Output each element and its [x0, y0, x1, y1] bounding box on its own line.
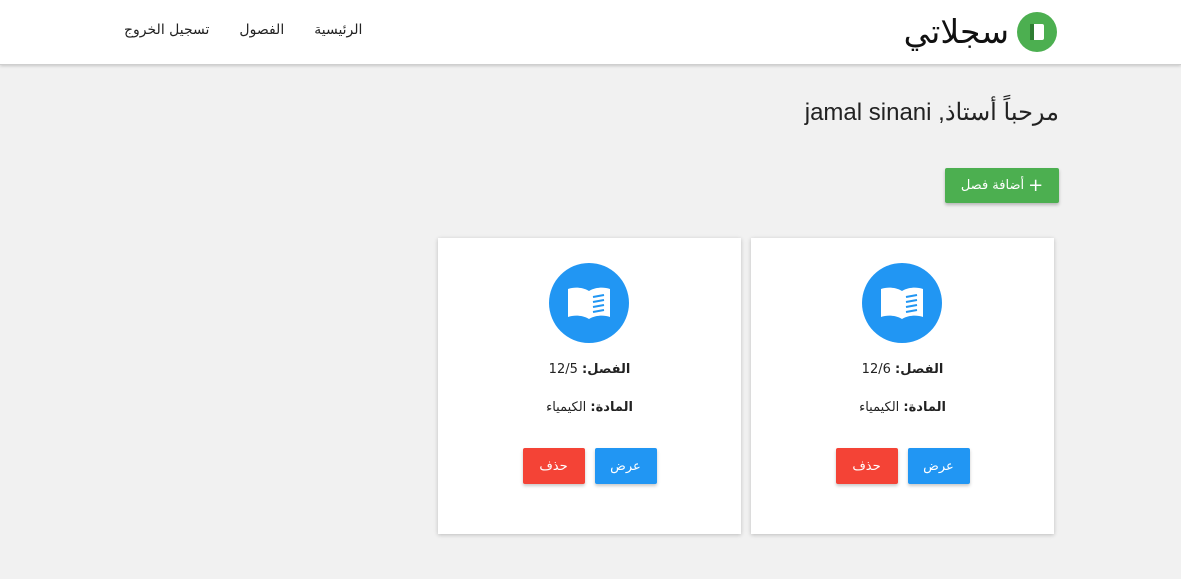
add-class-button[interactable]: + أضافة فصل	[945, 168, 1059, 203]
delete-button[interactable]: حذف	[522, 448, 585, 484]
navbar: سجلاتي الرئيسية الفصول تسجيل الخروج	[0, 0, 1181, 65]
add-class-label: أضافة فصل	[960, 178, 1025, 193]
class-card: الفصل: 12/6 المادة: الكيمياء عرض حذف	[751, 238, 1054, 534]
class-info: الفصل: 12/6	[751, 362, 1054, 377]
plus-icon: +	[1028, 174, 1044, 196]
card-actions: عرض حذف	[751, 448, 1054, 484]
nav-classes-link[interactable]: الفصول	[239, 22, 284, 38]
subject-info: المادة: الكيمياء	[438, 400, 741, 415]
subject-label: المادة:	[590, 400, 633, 415]
subject-value: الكيمياء	[546, 400, 587, 415]
delete-button[interactable]: حذف	[835, 448, 898, 484]
class-label: الفصل:	[895, 362, 944, 377]
brand-logo-link[interactable]: سجلاتي	[904, 12, 1057, 52]
open-book-icon	[549, 263, 629, 343]
view-button[interactable]: عرض	[594, 448, 657, 484]
nav-logout-link[interactable]: تسجيل الخروج	[124, 22, 209, 38]
subject-value: الكيمياء	[859, 400, 900, 415]
subject-label: المادة:	[903, 400, 946, 415]
open-book-icon	[862, 263, 942, 343]
class-value: 12/5	[548, 362, 578, 377]
class-label: الفصل:	[582, 362, 631, 377]
class-card: الفصل: 12/5 المادة: الكيمياء عرض حذف	[438, 238, 741, 534]
nav-home-link[interactable]: الرئيسية	[314, 22, 362, 38]
class-value: 12/6	[861, 362, 891, 377]
class-info: الفصل: 12/5	[438, 362, 741, 377]
subject-info: المادة: الكيمياء	[751, 400, 1054, 415]
notebook-icon	[1017, 12, 1057, 52]
nav-menu: الرئيسية الفصول تسجيل الخروج	[124, 22, 362, 38]
card-actions: عرض حذف	[438, 448, 741, 484]
brand-name: سجلاتي	[903, 12, 1009, 51]
welcome-heading: مرحباً أستاذ, jamal sinani	[804, 99, 1059, 126]
view-button[interactable]: عرض	[907, 448, 970, 484]
